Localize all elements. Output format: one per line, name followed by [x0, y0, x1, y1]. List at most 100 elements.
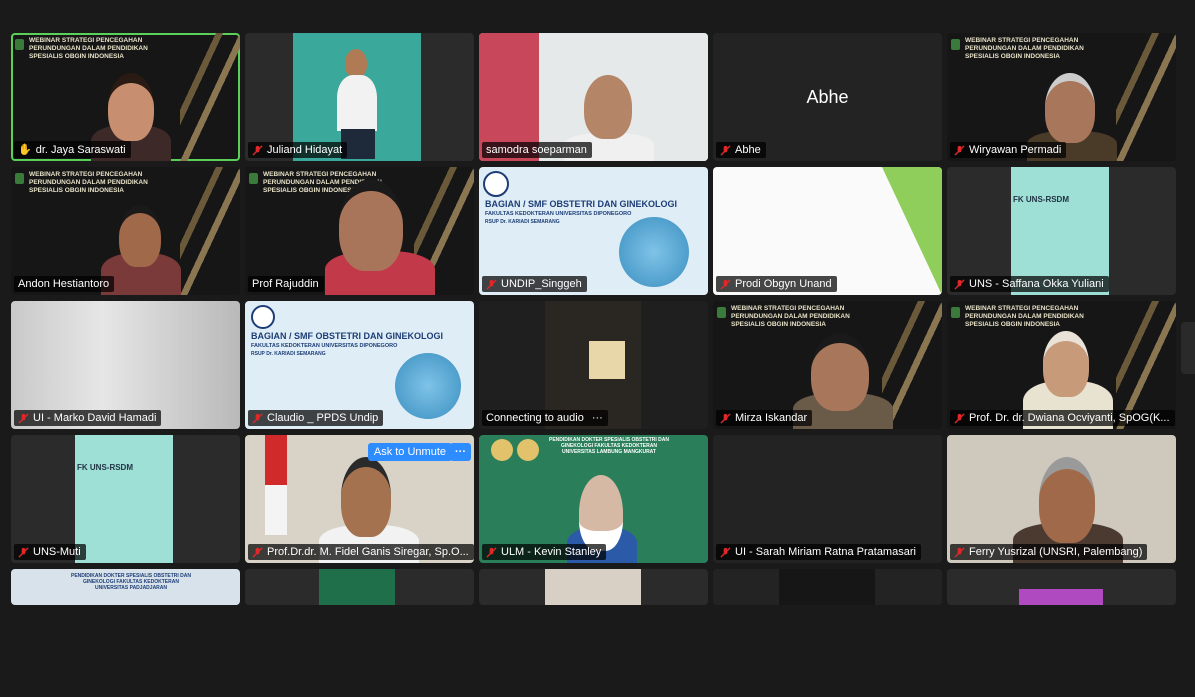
- slide-logo: [249, 173, 258, 184]
- participant-name-tag: Prof. Dr. dr. Dwiana Ocviyanti, SpOG(K..…: [950, 410, 1175, 426]
- participant-name-tag: Ferry Yusrizal (UNSRI, Palembang): [950, 544, 1148, 560]
- video-tile[interactable]: WEBINAR STRATEGI PENCEGAHAN PERUNDUNGAN …: [713, 301, 942, 429]
- participant-name: Abhe: [735, 144, 761, 156]
- slide-header: WEBINAR STRATEGI PENCEGAHAN PERUNDUNGAN …: [965, 37, 1084, 60]
- slide-title: FK UNS-RSDM: [1013, 195, 1069, 204]
- participant-display-name: Abhe: [806, 87, 849, 107]
- slide-header: WEBINAR STRATEGI PENCEGAHAN PERUNDUNGAN …: [29, 37, 148, 60]
- muted-mic-icon: [720, 278, 731, 290]
- participant-name-tag: Mirza Iskandar: [716, 410, 813, 426]
- muted-mic-icon: [486, 546, 497, 558]
- slide-header: WEBINAR STRATEGI PENCEGAHAN PERUNDUNGAN …: [29, 171, 148, 194]
- muted-mic-icon: [252, 412, 263, 424]
- participant-face: [1045, 73, 1095, 143]
- slide-logo-2: [517, 439, 539, 461]
- participant-name-tag: Juliand Hidayat: [248, 142, 348, 158]
- muted-mic-icon: [954, 144, 965, 156]
- slide-title: PENDIDIKAN DOKTER SPESIALIS OBSTETRI DAN…: [549, 437, 670, 455]
- video-tile[interactable]: FK UNS-RSDM UNS - Saffana Okka Yuliani: [947, 167, 1176, 295]
- slide-subtitle-2: RSUP Dr. KARIADI SEMARANG: [251, 351, 326, 357]
- more-options-icon[interactable]: ···: [592, 412, 603, 424]
- more-options-button[interactable]: ···: [450, 443, 471, 461]
- video-tile[interactable]: Ask to Unmute ··· Prof.Dr.dr. M. Fidel G…: [245, 435, 474, 563]
- video-tile[interactable]: UI - Marko David Hamadi: [11, 301, 240, 429]
- video-tile[interactable]: UI - Sarah Miriam Ratna Pratamasari: [713, 435, 942, 563]
- participant-name: Andon Hestiantoro: [18, 278, 110, 290]
- participant-body: [337, 75, 377, 131]
- video-tile[interactable]: PENDIDIKAN DOKTER SPESIALIS OBSTETRI DAN…: [479, 435, 708, 563]
- participant-name: dr. Jaya Saraswati: [35, 143, 126, 156]
- video-tile[interactable]: PENDIDIKAN DOKTER SPESIALIS OBSTETRI DAN…: [11, 569, 240, 605]
- participant-name: Ferry Yusrizal (UNSRI, Palembang): [969, 546, 1143, 558]
- participant-name-tag: Andon Hestiantoro: [14, 276, 115, 292]
- participant-name: UI - Sarah Miriam Ratna Pratamasari: [735, 546, 916, 558]
- video-background: [545, 569, 641, 605]
- gallery-next-page-handle[interactable]: [1181, 322, 1195, 374]
- participant-face: [339, 179, 403, 271]
- video-tile[interactable]: [245, 569, 474, 605]
- muted-mic-icon: [486, 278, 497, 290]
- muted-mic-icon: [720, 546, 731, 558]
- speaking-icon: ✋: [18, 144, 32, 156]
- slide-graphic: [395, 353, 461, 419]
- video-tile[interactable]: WEBINAR STRATEGI PENCEGAHAN PERUNDUNGAN …: [11, 167, 240, 295]
- participant-name: UNDIP_Singgeh: [501, 278, 582, 290]
- slide-title: FK UNS-RSDM: [77, 463, 133, 472]
- video-tile[interactable]: WEBINAR STRATEGI PENCEGAHAN PERUNDUNGAN …: [947, 301, 1176, 429]
- slide-graphic: [619, 217, 689, 287]
- slide-subtitle-2: RSUP Dr. KARIADI SEMARANG: [485, 219, 560, 225]
- ask-to-unmute-button[interactable]: Ask to Unmute: [367, 443, 452, 461]
- video-tile[interactable]: WEBINAR STRATEGI PENCEGAHAN PERUNDUNGAN …: [947, 33, 1176, 161]
- video-tile[interactable]: [947, 569, 1176, 605]
- participant-name: Prof. Dr. dr. Dwiana Ocviyanti, SpOG(K..…: [969, 412, 1170, 424]
- flag: [265, 435, 287, 535]
- participant-face: [119, 205, 161, 267]
- participant-name: UNS-Muti: [33, 546, 81, 558]
- video-tile[interactable]: [479, 569, 708, 605]
- video-tile[interactable]: Ferry Yusrizal (UNSRI, Palembang): [947, 435, 1176, 563]
- slide-header: WEBINAR STRATEGI PENCEGAHAN PERUNDUNGAN …: [965, 305, 1084, 328]
- participant-face: [345, 49, 367, 77]
- video-tile[interactable]: [713, 569, 942, 605]
- participant-name-tag: Connecting to audio ···: [482, 410, 608, 426]
- muted-mic-icon: [720, 412, 731, 424]
- video-tile[interactable]: Juliand Hidayat: [245, 33, 474, 161]
- muted-mic-icon: [18, 412, 29, 424]
- participant-face: [579, 475, 623, 551]
- video-tile[interactable]: BAGIAN / SMF OBSTETRI DAN GINEKOLOGI FAK…: [245, 301, 474, 429]
- participant-name-tag: samodra soeparman: [482, 142, 592, 158]
- slide-decoration: [180, 167, 240, 295]
- muted-mic-icon: [252, 546, 263, 558]
- muted-mic-icon: [720, 144, 731, 156]
- participant-face: [108, 73, 154, 141]
- slide-logo: [951, 39, 960, 50]
- participant-name: Connecting to audio: [486, 412, 584, 424]
- participant-name-tag: Abhe: [716, 142, 766, 158]
- participant-name: ULM - Kevin Stanley: [501, 546, 602, 558]
- participant-name-tag: Wiryawan Permadi: [950, 142, 1067, 158]
- participant-face: [341, 457, 391, 537]
- video-tile[interactable]: Abhe Abhe: [713, 33, 942, 161]
- video-tile[interactable]: WEBINAR STRATEGI PENCEGAHAN PERUNDUNGAN …: [245, 167, 474, 295]
- video-tile[interactable]: samodra soeparman: [479, 33, 708, 161]
- video-tile[interactable]: Connecting to audio ···: [479, 301, 708, 429]
- participant-name: Wiryawan Permadi: [969, 144, 1062, 156]
- muted-mic-icon: [18, 546, 29, 558]
- video-tile[interactable]: WEBINAR STRATEGI PENCEGAHAN PERUNDUNGAN …: [11, 33, 240, 161]
- slide-title: BAGIAN / SMF OBSTETRI DAN GINEKOLOGI: [251, 331, 444, 341]
- muted-mic-icon: [252, 144, 263, 156]
- slide-logo: [15, 173, 24, 184]
- video-tile[interactable]: FK UNS-RSDM UNS-Muti: [11, 435, 240, 563]
- video-tile[interactable]: BAGIAN / SMF OBSTETRI DAN GINEKOLOGI FAK…: [479, 167, 708, 295]
- muted-mic-icon: [954, 546, 965, 558]
- slide-decoration: [882, 167, 942, 295]
- participant-name: Prodi Obgyn Unand: [735, 278, 832, 290]
- slide-logo: [717, 307, 726, 318]
- slide-subtitle: FAKULTAS KEDOKTERAN UNIVERSITAS DIPONEGO…: [485, 211, 632, 217]
- participant-face: [584, 75, 632, 139]
- slide-decoration: [180, 33, 240, 161]
- video-background: [1019, 589, 1103, 605]
- slide-subtitle: FAKULTAS KEDOKTERAN UNIVERSITAS DIPONEGO…: [251, 343, 398, 349]
- video-tile[interactable]: Prodi Obgyn Unand: [713, 167, 942, 295]
- slide-title: PENDIDIKAN DOKTER SPESIALIS OBSTETRI DAN…: [71, 573, 192, 591]
